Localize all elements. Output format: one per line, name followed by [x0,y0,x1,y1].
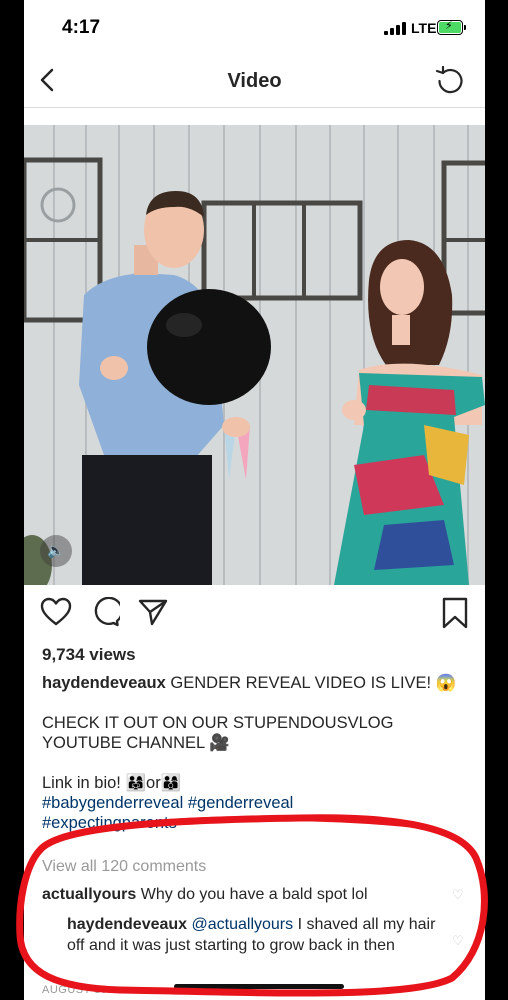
video-player[interactable]: 🔈 [24,125,485,585]
view-count: 9,734 views [42,645,136,664]
caption-or: or [146,774,161,792]
reply-username[interactable]: haydendeveaux [67,916,187,933]
reply-like-icon[interactable]: ♡ [452,934,464,949]
like-heart-icon[interactable] [40,597,72,627]
caption-username[interactable]: haydendeveaux [42,674,166,692]
nav-bar: Video [24,56,485,108]
page-title: Video [227,70,282,92]
reply-item: haydendeveaux @actuallyours I shaved all… [67,914,447,956]
status-time: 4:17 [62,17,101,38]
status-bar: 4:17 LTE [24,0,485,56]
family-emoji-1: 👨‍👩‍👧 [125,774,147,792]
caption-text-line1: GENDER REVEAL VIDEO IS LIVE! 😱 [170,674,457,692]
caption-link-in-bio: Link in bio! [42,774,126,792]
reply-mention[interactable]: @actuallyours [192,916,294,933]
view-all-comments-link[interactable]: View all 120 comments [42,858,206,876]
instagram-screen: 4:17 LTE Video [24,0,485,1000]
refresh-icon[interactable] [434,64,466,96]
battery-icon [437,19,463,35]
comment-icon[interactable] [90,597,120,627]
comment-like-icon[interactable]: ♡ [452,888,464,903]
network-label: LTE [411,20,437,36]
caption-text-line2: CHECK IT OUT ON OUR STUPENDOUSVLOG [42,714,394,732]
comment-text: Why do you have a bald spot lol [140,886,368,903]
comment-username[interactable]: actuallyours [42,886,136,903]
bookmark-icon[interactable] [442,597,468,629]
hashtags-line2[interactable]: #expectingparents [42,813,472,833]
post-caption: haydendeveaux GENDER REVEAL VIDEO IS LIV… [42,673,472,833]
hashtags-line1[interactable]: #babygenderreveal #genderreveal [42,793,472,813]
share-direct-icon[interactable] [138,598,168,626]
caption-text-line3: YOUTUBE CHANNEL 🎥 [42,734,230,752]
video-frame [24,125,485,585]
mute-icon[interactable]: 🔈 [40,535,72,567]
family-emoji-2: 👨‍👩‍👦 [160,774,182,792]
action-bar [24,595,485,635]
signal-icon [384,22,408,35]
home-indicator[interactable] [174,984,344,989]
comment-item: actuallyours Why do you have a bald spot… [42,886,462,904]
post-date: AUGUST 30 [42,984,108,996]
